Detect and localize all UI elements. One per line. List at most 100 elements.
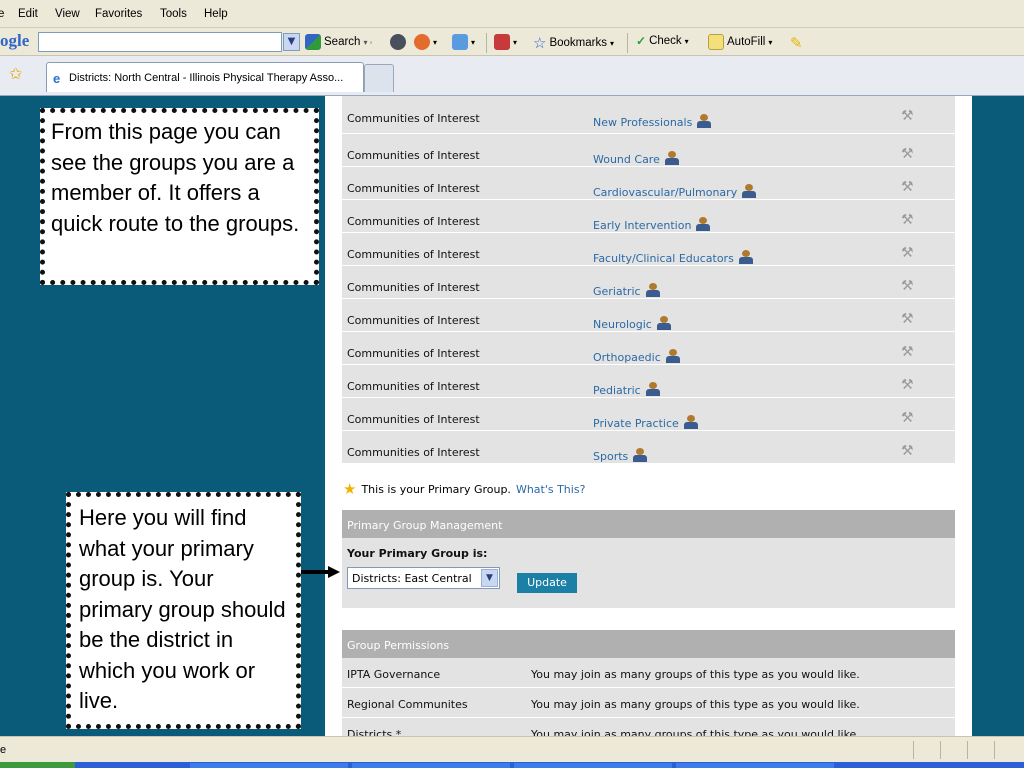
- permission-desc: You may join as many groups of this type…: [531, 728, 860, 736]
- group-link[interactable]: New Professionals: [593, 114, 712, 129]
- group-members-icon: [645, 283, 660, 297]
- group-row: Communities of Interest Faculty/Clinical …: [342, 233, 955, 266]
- check-label: Check: [649, 35, 682, 47]
- plus-icon: [452, 34, 468, 50]
- permission-type: Regional Communites: [347, 698, 468, 711]
- google-logo[interactable]: ogle: [0, 31, 29, 51]
- status-divider: [967, 741, 968, 759]
- group-tools-icon[interactable]: ⚒: [901, 278, 914, 294]
- group-members-icon: [683, 415, 698, 429]
- ie-icon: e: [53, 71, 61, 86]
- tab-title: Districts: North Central - Illinois Phys…: [69, 72, 344, 84]
- taskbar-button[interactable]: [190, 763, 348, 768]
- new-tab-button[interactable]: [364, 64, 394, 92]
- whats-this-link[interactable]: What's This?: [516, 483, 585, 496]
- chevron-down-icon[interactable]: ▼: [481, 569, 498, 587]
- taskbar-button[interactable]: [352, 763, 510, 768]
- group-tools-icon[interactable]: ⚒: [901, 146, 914, 162]
- taskbar-button[interactable]: [676, 763, 834, 768]
- permission-row: IPTA Governance You may join as many grou…: [342, 658, 955, 688]
- plus-button[interactable]: ▾: [452, 34, 475, 50]
- spellcheck-button[interactable]: ✓ Check ▾: [636, 34, 689, 48]
- group-tools-icon[interactable]: ⚒: [901, 410, 914, 426]
- menu-view[interactable]: View: [55, 8, 80, 20]
- group-link[interactable]: Pediatric: [593, 382, 660, 397]
- group-type: Communities of Interest: [347, 215, 480, 228]
- group-row: Communities of Interest Wound Care ⚒: [342, 134, 955, 167]
- page-content: Communities of Interest New Professionals…: [325, 96, 972, 736]
- group-link[interactable]: Private Practice: [593, 415, 698, 430]
- autofill-label: AutoFill: [727, 36, 766, 48]
- group-link[interactable]: Sports: [593, 448, 648, 463]
- group-link[interactable]: Cardiovascular/Pulmonary: [593, 184, 757, 199]
- permissions-header: Group Permissions: [342, 630, 955, 658]
- group-link[interactable]: Neurologic: [593, 316, 671, 331]
- popup-button[interactable]: ▾: [414, 34, 437, 50]
- group-members-icon: [738, 250, 753, 264]
- group-type: Communities of Interest: [347, 413, 480, 426]
- tab-bar: ✩ e Districts: North Central - Illinois …: [0, 56, 1024, 96]
- popup-blocker-button[interactable]: ▾: [494, 34, 517, 50]
- menu-help[interactable]: Help: [204, 8, 228, 20]
- group-tools-icon[interactable]: ⚒: [901, 377, 914, 393]
- group-type: Communities of Interest: [347, 112, 480, 125]
- group-link[interactable]: Geriatric: [593, 283, 660, 298]
- highlighter-button[interactable]: ✎: [790, 34, 803, 52]
- group-tools-icon[interactable]: ⚒: [901, 245, 914, 261]
- group-row: Communities of Interest Cardiovascular/Pu…: [342, 167, 955, 200]
- group-type: Communities of Interest: [347, 182, 480, 195]
- google-search-icon: [305, 34, 321, 50]
- group-link[interactable]: Orthopaedic: [593, 349, 680, 364]
- bookmarks-button[interactable]: ☆ Bookmarks ▾: [533, 34, 614, 52]
- primary-group-select[interactable]: Districts: East Central ▼: [347, 567, 500, 589]
- search-button[interactable]: Search ▾ ◦: [305, 34, 373, 50]
- group-row: Communities of Interest Geriatric ⚒: [342, 266, 955, 299]
- group-tools-icon[interactable]: ⚒: [901, 311, 914, 327]
- toolbar-separator: [627, 33, 628, 53]
- primary-group-note: ★ This is your Primary Group. What's Thi…: [343, 480, 585, 498]
- primary-group-management: Primary Group Management Your Primary Gr…: [342, 510, 955, 608]
- menu-file[interactable]: e: [0, 8, 4, 20]
- group-tools-icon[interactable]: ⚒: [901, 179, 914, 195]
- group-type: Communities of Interest: [347, 347, 480, 360]
- group-link[interactable]: Faculty/Clinical Educators: [593, 250, 753, 265]
- status-text: e: [0, 744, 7, 756]
- google-search-input[interactable]: [38, 32, 282, 52]
- taskbar-button[interactable]: [514, 763, 672, 768]
- primary-group-selected: Districts: East Central: [352, 572, 472, 585]
- group-tools-icon[interactable]: ⚒: [901, 212, 914, 228]
- group-link[interactable]: Wound Care: [593, 151, 679, 166]
- group-members-icon: [665, 349, 680, 363]
- menu-edit[interactable]: Edit: [18, 8, 38, 20]
- favorites-star-icon[interactable]: ✩: [9, 64, 22, 83]
- tab-districts[interactable]: e Districts: North Central - Illinois Ph…: [46, 62, 364, 92]
- autofill-button[interactable]: AutoFill ▾: [708, 34, 772, 50]
- bookmark-star-icon: ☆: [533, 35, 547, 52]
- menu-tools[interactable]: Tools: [160, 8, 187, 20]
- status-divider: [913, 741, 914, 759]
- group-tools-icon[interactable]: ⚒: [901, 344, 914, 360]
- search-dropdown-icon[interactable]: ▼: [283, 33, 300, 51]
- group-link[interactable]: Early Intervention: [593, 217, 711, 232]
- group-members-icon: [656, 316, 671, 330]
- groups-list: Communities of Interest New Professionals…: [342, 96, 955, 464]
- group-tools-icon[interactable]: ⚒: [901, 108, 914, 124]
- group-tools-icon[interactable]: ⚒: [901, 443, 914, 459]
- status-divider: [994, 741, 995, 759]
- permission-row: Districts * You may join as many groups o…: [342, 718, 955, 736]
- group-row: Communities of Interest Private Practice ⚒: [342, 398, 955, 431]
- pagerank-button[interactable]: [390, 34, 406, 50]
- menu-favorites[interactable]: Favorites: [95, 8, 142, 20]
- permission-type: Districts *: [347, 728, 402, 736]
- popup-icon: [414, 34, 430, 50]
- group-type: Communities of Interest: [347, 281, 480, 294]
- primary-star-icon: ★: [343, 480, 357, 498]
- search-label: Search: [324, 36, 361, 48]
- update-button[interactable]: Update: [517, 573, 577, 593]
- group-type: Communities of Interest: [347, 380, 480, 393]
- start-button[interactable]: [0, 762, 75, 768]
- pagerank-icon: [390, 34, 406, 50]
- group-row: Communities of Interest Early Interventio…: [342, 200, 955, 233]
- group-row: Communities of Interest Pediatric ⚒: [342, 365, 955, 398]
- primary-note-text: This is your Primary Group.: [361, 482, 511, 496]
